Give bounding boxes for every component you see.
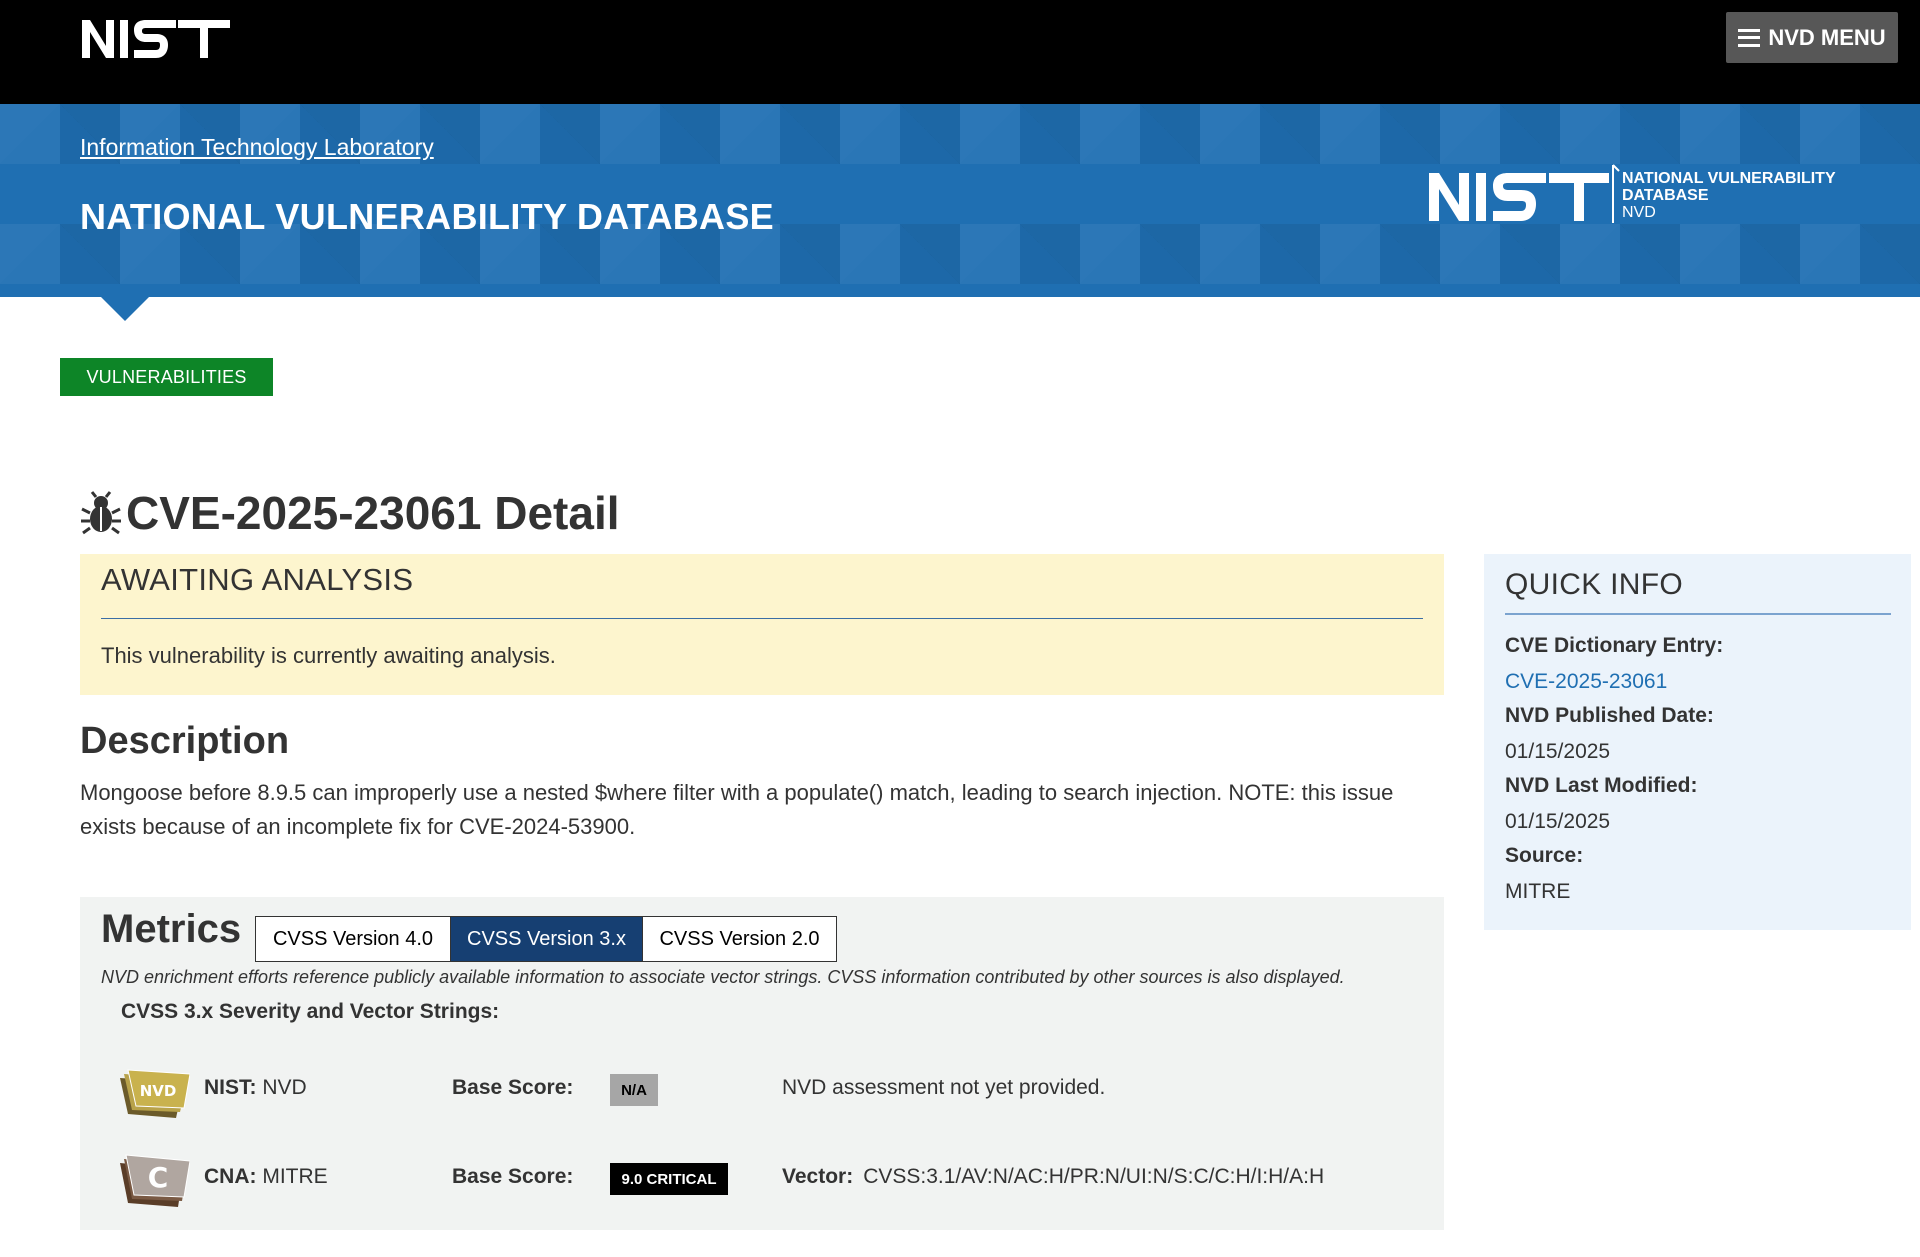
nist-score-row: NVD NIST: NVD Base Score: N/A NVD assess… xyxy=(118,1064,1418,1124)
awaiting-analysis-heading: AWAITING ANALYSIS xyxy=(101,562,414,597)
description-heading: Description xyxy=(80,720,290,762)
nvd-site-title[interactable]: NATIONAL VULNERABILITY DATABASE xyxy=(80,196,774,238)
banner-caret xyxy=(101,297,149,321)
cna-badge-icon: C xyxy=(120,1154,190,1207)
cve-dictionary-link[interactable]: CVE-2025-23061 xyxy=(1505,670,1667,694)
nvd-badge-icon: NVD xyxy=(120,1069,190,1118)
tab-cvss-4-0[interactable]: CVSS Version 4.0 xyxy=(256,917,450,961)
tab-cvss-3-x[interactable]: CVSS Version 3.x xyxy=(450,917,642,961)
top-bar: NVD MENU xyxy=(0,0,1920,104)
menu-icon xyxy=(1738,28,1761,47)
cve-title: CVE-2025-23061 Detail xyxy=(126,487,620,539)
cna-score-badge[interactable]: 9.0 CRITICAL xyxy=(610,1163,728,1195)
source-value: MITRE xyxy=(1505,880,1571,903)
awaiting-analysis-message: This vulnerability is currently awaiting… xyxy=(101,643,556,668)
published-date-label: NVD Published Date: xyxy=(1505,704,1714,727)
nvd-banner: Information Technology Laboratory NATION… xyxy=(0,104,1920,297)
cvss-version-tabs: CVSS Version 4.0 CVSS Version 3.x CVSS V… xyxy=(255,916,837,962)
awaiting-divider xyxy=(101,618,1423,619)
nist-source: NIST: NVD xyxy=(204,1076,307,1099)
cna-source: CNA: MITRE xyxy=(204,1165,328,1188)
nist-score-badge[interactable]: N/A xyxy=(610,1074,658,1106)
nvd-menu-button[interactable]: NVD MENU xyxy=(1726,12,1898,63)
svg-text:NVD: NVD xyxy=(140,1082,177,1100)
vulnerabilities-tag[interactable]: VULNERABILITIES xyxy=(60,358,273,396)
cve-dictionary-label: CVE Dictionary Entry: xyxy=(1505,634,1724,657)
cna-vector: Vector: CVSS:3.1/AV:N/AC:H/PR:N/UI:N/S:C/… xyxy=(782,1165,1325,1188)
awaiting-analysis-banner: AWAITING ANALYSIS This vulnerability is … xyxy=(80,554,1444,695)
bug-icon xyxy=(81,491,121,535)
cna-score-row: C CNA: MITRE Base Score: 9.0 CRITICAL Ve… xyxy=(118,1153,1418,1213)
nvd-logo-text: NATIONAL VULNERABILITY DATABASE NVD xyxy=(1622,170,1836,221)
quick-info-divider xyxy=(1505,613,1891,615)
page-title: CVE-2025-23061 Detail xyxy=(80,486,620,540)
svg-text:C: C xyxy=(148,1161,169,1194)
enrichment-note: NVD enrichment efforts reference publicl… xyxy=(101,967,1345,987)
severity-heading: CVSS 3.x Severity and Vector Strings: xyxy=(121,1000,500,1023)
source-label: Source: xyxy=(1505,844,1584,867)
description-text: Mongoose before 8.9.5 can improperly use… xyxy=(80,780,1394,839)
quick-info-panel: QUICK INFO CVE Dictionary Entry: CVE-202… xyxy=(1484,554,1911,930)
itl-link[interactable]: Information Technology Laboratory xyxy=(80,134,434,161)
published-date-value: 01/15/2025 xyxy=(1505,740,1611,763)
quick-info-heading: QUICK INFO xyxy=(1505,568,1684,601)
nist-base-score-label: Base Score: xyxy=(452,1076,574,1099)
last-modified-value: 01/15/2025 xyxy=(1505,810,1611,833)
metrics-panel: Metrics CVSS Version 4.0 CVSS Version 3.… xyxy=(80,897,1444,1230)
nist-logo[interactable] xyxy=(78,16,233,60)
cna-vector-string: CVSS:3.1/AV:N/AC:H/PR:N/UI:N/S:C/C:H/I:H… xyxy=(863,1165,1325,1188)
nist-assessment-text: NVD assessment not yet provided. xyxy=(782,1076,1106,1099)
cna-base-score-label: Base Score: xyxy=(452,1165,574,1188)
last-modified-label: NVD Last Modified: xyxy=(1505,774,1698,797)
tab-cvss-2-0[interactable]: CVSS Version 2.0 xyxy=(642,917,836,961)
metrics-heading: Metrics xyxy=(101,907,242,951)
nvd-menu-label: NVD MENU xyxy=(1768,24,1886,50)
